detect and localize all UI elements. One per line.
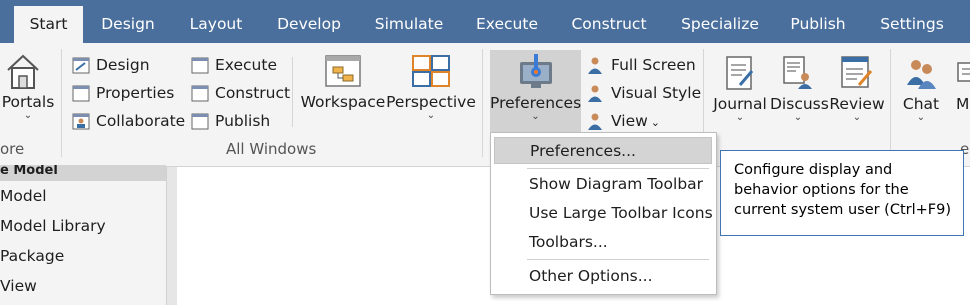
chevron-down-icon: ⌄ [735, 112, 745, 123]
execute-window-button[interactable]: Execute [191, 53, 277, 77]
tab-design[interactable]: Design [92, 6, 164, 43]
chat-button[interactable]: Chat ⌄ [896, 55, 946, 123]
tab-construct[interactable]: Construct [564, 6, 654, 43]
group-separator [292, 57, 293, 127]
tree-item-package[interactable]: Package [0, 247, 64, 265]
visual-style-label: Visual Style [611, 84, 702, 102]
chat-label: Chat [902, 95, 940, 113]
portals-button[interactable]: Portals ⌄ [0, 50, 56, 121]
menu-item-large-toolbar-icons[interactable]: Use Large Toolbar Icons [494, 200, 713, 227]
tab-layout[interactable]: Layout [180, 6, 252, 43]
menu-item-show-diagram-toolbar[interactable]: Show Diagram Toolbar [494, 171, 712, 198]
review-icon [841, 56, 873, 88]
menu-item-other-options[interactable]: Other Options... [494, 263, 712, 290]
collaborate-window-icon [72, 113, 90, 130]
browser-header: e Model [0, 165, 166, 181]
publish-window-icon [191, 113, 209, 130]
chevron-down-icon: ⌄ [852, 112, 862, 123]
group-label-partial: ore [0, 140, 25, 158]
publish-window-button[interactable]: Publish [191, 109, 270, 133]
review-label: Review [829, 95, 885, 113]
visual-style-button[interactable]: Visual Style [585, 81, 701, 105]
ribbon-tab-bar: Start Design Layout Develop Simulate Exe… [0, 0, 970, 43]
view-button[interactable]: View ⌄ [585, 109, 660, 133]
menu-item-preferences[interactable]: Preferences... [494, 137, 712, 164]
execute-window-icon [191, 57, 209, 74]
preferences-tooltip: Configure display and behavior options f… [720, 150, 964, 236]
design-window-button[interactable]: Design [72, 53, 150, 77]
pane-splitter[interactable] [166, 167, 177, 305]
tree-item-model-library[interactable]: Model Library [0, 217, 106, 235]
discuss-label: Discuss [770, 95, 829, 113]
discuss-button[interactable]: Discuss ⌄ [770, 55, 829, 123]
workspace-label: Workspace [300, 93, 386, 111]
chevron-down-icon: ⌄ [793, 112, 803, 123]
tab-settings[interactable]: Settings [872, 6, 952, 43]
execute-window-label: Execute [215, 56, 277, 74]
design-window-label: Design [96, 56, 150, 74]
workspace-icon [325, 55, 361, 87]
construct-window-label: Construct [215, 84, 291, 102]
full-screen-label: Full Screen [611, 56, 696, 74]
collaborate-window-button[interactable]: Collaborate [72, 109, 185, 133]
group-separator [890, 49, 891, 157]
journal-button[interactable]: Journal ⌄ [711, 55, 769, 123]
group-label-all-windows: All Windows [226, 140, 317, 158]
chat-icon [907, 60, 936, 89]
tree-item-model[interactable]: Model [0, 187, 47, 205]
chevron-down-icon: ⌄ [531, 111, 540, 122]
ribbon-panel: Portals ⌄ ore Design Properties Collabor… [0, 43, 970, 167]
preferences-label: Preferences [490, 94, 582, 112]
perspective-button[interactable]: Perspective ⌄ [386, 55, 476, 121]
more-partial-label: M [956, 95, 970, 113]
perspective-icon [412, 55, 450, 87]
partial-icon [957, 62, 970, 82]
chevron-down-icon: ⌄ [23, 110, 33, 121]
group-separator [61, 49, 62, 157]
view-label: View [611, 112, 648, 130]
project-browser: e Model Model Model Library Package View [0, 165, 177, 305]
tab-specialize[interactable]: Specialize [672, 6, 768, 43]
properties-window-icon [72, 85, 90, 102]
journal-label: Journal [713, 95, 767, 113]
more-button-partial[interactable]: M [952, 55, 970, 113]
properties-window-label: Properties [96, 84, 175, 102]
design-window-icon [72, 57, 90, 74]
tab-simulate[interactable]: Simulate [366, 6, 452, 43]
construct-window-button[interactable]: Construct [191, 81, 290, 105]
collaborate-window-label: Collaborate [96, 112, 186, 130]
menu-item-toolbars[interactable]: Toolbars... [494, 229, 712, 256]
workspace-button[interactable]: Workspace [300, 55, 386, 111]
preferences-icon [519, 54, 552, 88]
portals-label: Portals [1, 93, 55, 111]
review-button[interactable]: Review ⌄ [828, 55, 886, 123]
menu-separator [527, 259, 709, 260]
properties-window-button[interactable]: Properties [72, 81, 174, 105]
chevron-down-icon: ⌄ [650, 116, 661, 129]
tree-item-view[interactable]: View [0, 277, 37, 295]
group-separator [482, 49, 483, 157]
journal-icon [726, 56, 754, 90]
chevron-down-icon: ⌄ [916, 112, 926, 123]
publish-window-label: Publish [215, 112, 271, 130]
full-screen-icon [588, 57, 602, 74]
discuss-icon [783, 56, 812, 89]
tab-start[interactable]: Start [14, 6, 83, 43]
perspective-label: Perspective [386, 93, 476, 111]
preferences-dropdown-menu: Preferences... Show Diagram Toolbar Use … [490, 132, 717, 295]
view-icon [588, 113, 602, 130]
tab-develop[interactable]: Develop [268, 6, 350, 43]
construct-window-icon [191, 85, 209, 102]
tab-publish[interactable]: Publish [782, 6, 854, 43]
tab-execute[interactable]: Execute [466, 6, 548, 43]
chevron-down-icon: ⌄ [426, 110, 436, 121]
visual-style-icon [588, 85, 602, 102]
full-screen-button[interactable]: Full Screen [585, 53, 696, 77]
menu-separator [527, 168, 709, 169]
preferences-button[interactable]: Preferences ⌄ [490, 50, 581, 132]
home-icon [7, 54, 39, 89]
